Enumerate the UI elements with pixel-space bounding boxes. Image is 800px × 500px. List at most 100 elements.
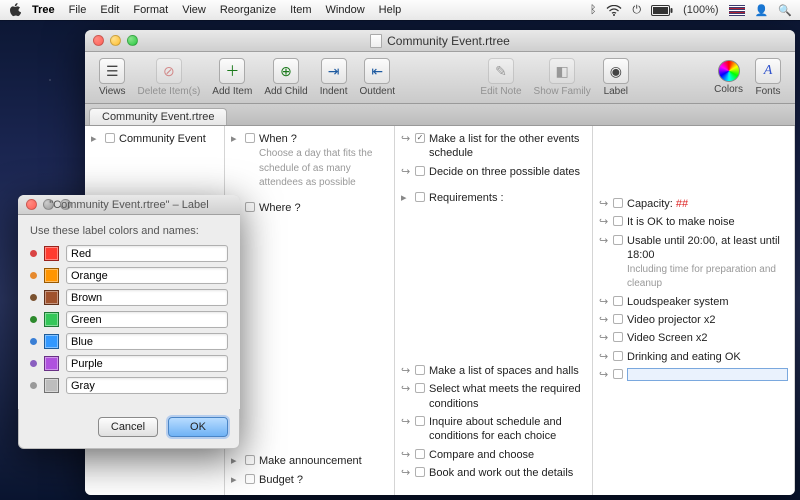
views-button[interactable]: ☰Views — [93, 56, 132, 99]
outdent-button[interactable]: ⇤Outdent — [354, 56, 402, 99]
checkbox[interactable] — [415, 166, 425, 176]
checkbox[interactable] — [613, 369, 623, 379]
colors-button[interactable]: Colors — [708, 58, 749, 97]
checkbox[interactable] — [415, 449, 425, 459]
checkbox[interactable] — [613, 235, 623, 245]
menu-item[interactable]: Item — [290, 4, 311, 16]
checkbox[interactable] — [245, 133, 255, 143]
checkbox[interactable] — [613, 314, 623, 324]
item-note: Including time for preparation and clean… — [627, 264, 776, 289]
label-swatch[interactable] — [44, 334, 59, 349]
checkbox[interactable] — [415, 133, 425, 143]
label-name-input[interactable] — [66, 377, 228, 394]
label-swatch[interactable] — [44, 356, 59, 371]
checkbox[interactable] — [613, 216, 623, 226]
menu-format[interactable]: Format — [133, 4, 168, 16]
label-name-input[interactable] — [66, 289, 228, 306]
list-item[interactable]: ↪Make a list of spaces and halls — [395, 362, 592, 380]
titlebar[interactable]: Community Event.rtree — [85, 30, 795, 52]
checkbox[interactable] — [245, 455, 255, 465]
label-name-input[interactable] — [66, 333, 228, 350]
add-item-button[interactable]: ＋Add Item — [206, 56, 258, 99]
list-item[interactable]: ↪Inquire about schedule and conditions f… — [395, 413, 592, 446]
battery-icon[interactable] — [651, 5, 673, 16]
label-swatch[interactable] — [44, 290, 59, 305]
apple-menu[interactable] — [8, 3, 22, 17]
label-name-input[interactable] — [66, 355, 228, 372]
cancel-button[interactable]: Cancel — [98, 417, 158, 437]
list-item[interactable]: ↪Capacity: ## — [593, 195, 794, 213]
label-dot — [30, 338, 37, 345]
spotlight-icon[interactable]: 🔍 — [778, 4, 792, 17]
doc-icon — [370, 34, 382, 48]
label-swatch[interactable] — [44, 378, 59, 393]
list-item[interactable]: ↪It is OK to make noise — [593, 213, 794, 231]
power-icon[interactable]: ⏻ — [632, 4, 641, 17]
menu-view[interactable]: View — [182, 4, 206, 16]
label-swatch[interactable] — [44, 312, 59, 327]
item-requirements[interactable]: ▸Requirements : — [395, 189, 592, 207]
label-name-input[interactable] — [66, 267, 228, 284]
list-item[interactable]: ↪Drinking and eating OK — [593, 348, 794, 366]
item-where[interactable]: ▸Where ? — [225, 199, 394, 217]
tab-document[interactable]: Community Event.rtree — [89, 108, 227, 125]
ok-button[interactable]: OK — [168, 417, 228, 437]
delete-button: ⊘Delete Item(s) — [132, 56, 207, 99]
battery-text: (100%) — [683, 4, 718, 16]
checkbox[interactable] — [415, 416, 425, 426]
chevron-right-icon[interactable]: ▸ — [231, 132, 241, 145]
checkbox[interactable] — [613, 351, 623, 361]
dialog-titlebar[interactable]: "Community Event.rtree" – Label — [18, 195, 240, 215]
menu-help[interactable]: Help — [379, 4, 402, 16]
checkbox[interactable] — [415, 192, 425, 202]
list-item[interactable]: ↪Loudspeaker system — [593, 293, 794, 311]
list-item[interactable]: ↪Usable until 20:00, at least until 18:0… — [593, 232, 794, 293]
list-item[interactable]: ↪Make a list for the other events schedu… — [395, 130, 592, 163]
menu-reorganize[interactable]: Reorganize — [220, 4, 276, 16]
item-budget[interactable]: ▸Budget ? — [225, 471, 394, 489]
chevron-right-icon[interactable]: ▸ — [231, 473, 241, 486]
list-item[interactable]: ↪Compare and choose — [395, 446, 592, 464]
label-swatch[interactable] — [44, 268, 59, 283]
editing-item[interactable]: ↪ — [593, 366, 794, 383]
checkbox[interactable] — [415, 383, 425, 393]
list-item[interactable]: ↪Video projector x2 — [593, 311, 794, 329]
checkbox[interactable] — [613, 332, 623, 342]
add-child-button[interactable]: ⊕Add Child — [258, 56, 313, 99]
wifi-icon[interactable] — [606, 5, 622, 16]
menu-file[interactable]: File — [69, 4, 87, 16]
checkbox[interactable] — [415, 467, 425, 477]
checkbox[interactable] — [245, 474, 255, 484]
label-dot — [30, 382, 37, 389]
checkbox[interactable] — [613, 198, 623, 208]
checkbox[interactable] — [105, 133, 115, 143]
label-name-input[interactable] — [66, 245, 228, 262]
list-item[interactable]: ↪Book and work out the details — [395, 464, 592, 482]
label-row — [30, 289, 228, 306]
item-announce[interactable]: ▸Make announcement — [225, 452, 394, 470]
label-swatch[interactable] — [44, 246, 59, 261]
bluetooth-icon[interactable]: ᛒ — [590, 4, 597, 16]
chevron-right-icon[interactable]: ▸ — [231, 454, 241, 467]
checkbox[interactable] — [245, 202, 255, 212]
user-icon[interactable]: 👤 — [755, 4, 769, 17]
item-community-event[interactable]: ▸Community Event — [85, 130, 224, 148]
checkbox[interactable] — [613, 296, 623, 306]
label-name-input[interactable] — [66, 311, 228, 328]
label-button[interactable]: ◉Label — [597, 56, 635, 99]
item-when[interactable]: ▸When ?Choose a day that fits the schedu… — [225, 130, 394, 191]
text-input[interactable] — [627, 368, 788, 381]
indent-button[interactable]: ⇥Indent — [314, 56, 354, 99]
flag-icon[interactable] — [729, 5, 745, 16]
dialog-title: "Community Event.rtree" – Label — [49, 199, 208, 211]
chevron-right-icon[interactable]: ▸ — [91, 132, 101, 145]
fonts-button[interactable]: AFonts — [749, 56, 787, 99]
list-item[interactable]: ↪Decide on three possible dates — [395, 163, 592, 181]
chevron-right-icon[interactable]: ▸ — [401, 191, 411, 204]
checkbox[interactable] — [415, 365, 425, 375]
list-item[interactable]: ↪Video Screen x2 — [593, 329, 794, 347]
menu-edit[interactable]: Edit — [100, 4, 119, 16]
menu-window[interactable]: Window — [326, 4, 365, 16]
list-item[interactable]: ↪Select what meets the required conditio… — [395, 380, 592, 413]
app-name[interactable]: Tree — [32, 4, 55, 16]
